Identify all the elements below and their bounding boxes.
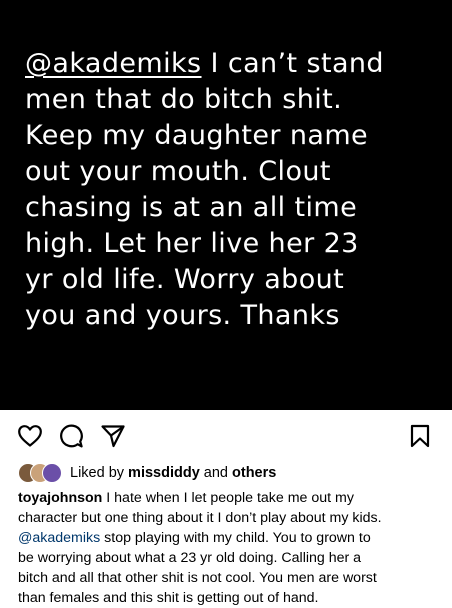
paper-plane-icon [101, 425, 125, 448]
caption-line: be worrying about what a 23 yr old doing… [18, 550, 362, 566]
story-line: chasing is at an all time [25, 192, 358, 223]
story-line: Keep my daughter name [25, 120, 369, 151]
story-line: you and yours. Thanks [25, 300, 340, 331]
caption-line: character but one thing about it I don’t… [18, 510, 382, 526]
likes-summary: Liked by missdiddy and others [70, 465, 276, 481]
save-button[interactable] [407, 423, 433, 449]
heart-outline-icon [18, 425, 42, 447]
caption: toyajohnson I hate when I let people tak… [18, 488, 438, 608]
like-button[interactable] [17, 423, 43, 449]
caption-mention[interactable]: @akademiks [18, 530, 100, 546]
liker-username[interactable]: missdiddy [128, 465, 200, 481]
story-text: @akademiks I can’t stand men that do bit… [25, 46, 445, 334]
caption-username[interactable]: toyajohnson [18, 490, 102, 506]
likes-others-link[interactable]: others [232, 465, 276, 481]
story-line: yr old life. Worry about [25, 264, 345, 295]
caption-line: than females and this shit is getting ou… [18, 590, 319, 606]
liker-avatars[interactable] [18, 463, 68, 483]
caption-line: bitch and all that other shit is not coo… [18, 570, 377, 586]
caption-line: @akademiks stop playing with my child. Y… [18, 528, 438, 548]
post-image[interactable]: @akademiks I can’t stand men that do bit… [0, 0, 452, 410]
likes-middle: and [199, 465, 233, 481]
story-line: @akademiks I can’t stand [25, 46, 445, 82]
story-line-text: I can’t stand [201, 48, 384, 79]
story-line: men that do bitch shit. [25, 84, 343, 115]
caption-text: I hate when I let people take me out my [102, 490, 354, 506]
comment-button[interactable] [58, 423, 84, 449]
story-line: high. Let her live her 23 [25, 228, 359, 259]
likes-prefix: Liked by [70, 465, 129, 481]
story-line: out your mouth. Clout [25, 156, 331, 187]
story-mention[interactable]: @akademiks [25, 48, 202, 79]
likes-row: Liked by missdiddy and others [18, 462, 276, 484]
avatar [42, 463, 62, 483]
caption-text: stop playing with my child. You to grown… [100, 530, 371, 546]
comment-bubble-icon [60, 424, 83, 448]
bookmark-icon [410, 424, 430, 448]
caption-line: toyajohnson I hate when I let people tak… [18, 488, 438, 508]
share-button[interactable] [100, 423, 126, 449]
